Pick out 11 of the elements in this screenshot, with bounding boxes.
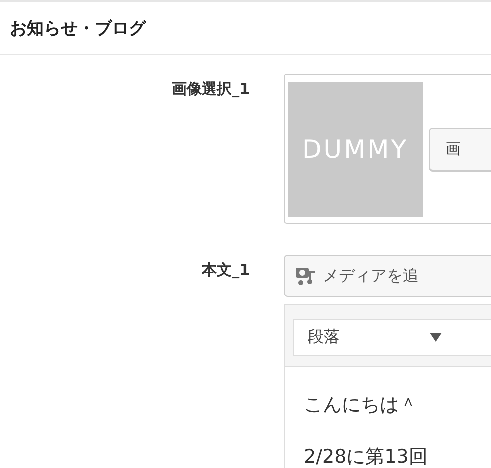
- add-media-button[interactable]: メディアを追: [284, 255, 491, 297]
- page-title: お知らせ・ブログ: [10, 18, 146, 40]
- camera-music-icon: [295, 265, 317, 287]
- editor-paragraph: 2/28に第13回: [304, 446, 429, 468]
- editor-paragraph: こんにちは＾: [304, 394, 419, 416]
- select-image-button[interactable]: 画: [429, 128, 491, 170]
- dropdown-arrow-icon: [430, 333, 442, 342]
- text-editor[interactable]: 段落 こんにちは＾ 2/28に第13回: [284, 304, 491, 468]
- field-label: 本文_1: [202, 260, 250, 281]
- field-label: 画像選択_1: [172, 79, 250, 100]
- format-select[interactable]: 段落: [293, 319, 491, 356]
